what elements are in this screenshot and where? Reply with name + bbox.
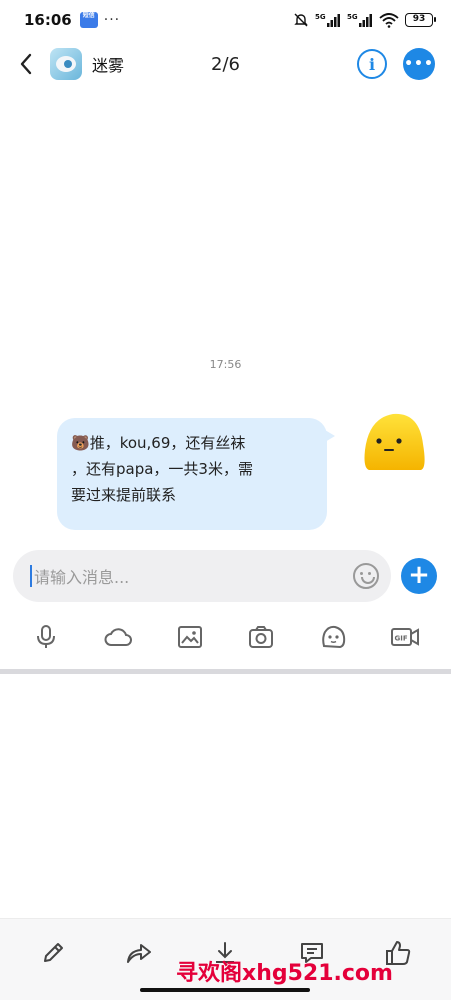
edit-button[interactable]: [33, 933, 73, 973]
plus-icon: +: [408, 560, 430, 590]
gif-icon: GIF: [391, 628, 420, 646]
share-button[interactable]: [119, 933, 159, 973]
back-button[interactable]: [4, 42, 48, 86]
battery-icon: 93: [405, 13, 436, 27]
signal-5g-icon: 5G: [315, 13, 340, 27]
edit-icon: [44, 943, 64, 962]
status-time: 16:06: [24, 11, 72, 29]
share-icon: [127, 944, 152, 963]
emoji-icon: [322, 625, 346, 649]
more-dots-icon: •••: [404, 56, 434, 72]
status-more-dots: ···: [103, 12, 121, 28]
watermark-text: 寻欢阁xhg521.com: [176, 961, 393, 986]
header-actions: i •••: [357, 48, 435, 80]
info-icon: i: [368, 54, 376, 74]
sender-avatar-blob-icon[interactable]: [361, 410, 427, 472]
app-badge-icon: 短信: [79, 12, 98, 28]
message-input[interactable]: 请输入消息...: [13, 550, 391, 602]
message-line-3: 要过来提前联系: [71, 486, 177, 504]
emoji-picker-icon[interactable]: [353, 563, 379, 589]
chat-area[interactable]: 17:56 🐻推，kou,69，还有丝袜 ，还有papa，一共3米，需 要过来提…: [0, 88, 451, 543]
signal-5g-label: 5G: [315, 13, 326, 21]
home-indicator[interactable]: [140, 988, 310, 992]
panel-divider: [0, 669, 451, 674]
gif-button[interactable]: GIF: [385, 617, 425, 657]
mute-bell-icon: [294, 13, 308, 27]
microphone-icon: [36, 625, 55, 648]
sticker-button[interactable]: [313, 617, 353, 657]
image-button[interactable]: [170, 617, 210, 657]
bear-emoji-icon: 🐻: [71, 434, 90, 452]
info-button[interactable]: i: [357, 49, 387, 79]
image-icon: [177, 626, 202, 648]
signal-5g-label-2: 5G: [347, 13, 358, 21]
gif-label: GIF: [395, 635, 408, 643]
wifi-icon: [379, 13, 399, 28]
input-toolbar: GIF: [0, 612, 451, 662]
cloud-button[interactable]: [98, 617, 138, 657]
chat-name[interactable]: 迷雾: [92, 52, 124, 76]
chat-avatar[interactable]: [50, 48, 82, 80]
message-line-2: ，还有papa，一共3米，需: [71, 460, 253, 478]
message-input-placeholder: 请输入消息...: [34, 568, 130, 587]
chevron-left-icon: [20, 53, 32, 75]
status-indicators: 5G 5G 93: [293, 12, 436, 28]
add-attachment-button[interactable]: +: [401, 558, 437, 594]
voice-button[interactable]: [26, 617, 66, 657]
message-text-1: 推，kou,69，还有丝袜: [89, 434, 246, 452]
camera-icon: [249, 626, 274, 648]
more-options-button[interactable]: •••: [403, 48, 435, 80]
signal-5g-icon-2: 5G: [347, 13, 372, 27]
text-caret: [30, 565, 32, 587]
cloud-icon: [104, 628, 132, 646]
chat-header: 迷雾 2/6 i •••: [0, 40, 451, 88]
input-row: 请输入消息... +: [0, 545, 451, 607]
status-bar: 16:06 短信 ··· 5G 5G 93: [0, 0, 451, 40]
message-bubble[interactable]: 🐻推，kou,69，还有丝袜 ，还有papa，一共3米，需 要过来提前联系: [57, 418, 335, 530]
message-timestamp: 17:56: [209, 358, 242, 371]
message-line-1: 🐻推，kou,69，还有丝袜: [71, 430, 313, 456]
camera-button[interactable]: [241, 617, 281, 657]
